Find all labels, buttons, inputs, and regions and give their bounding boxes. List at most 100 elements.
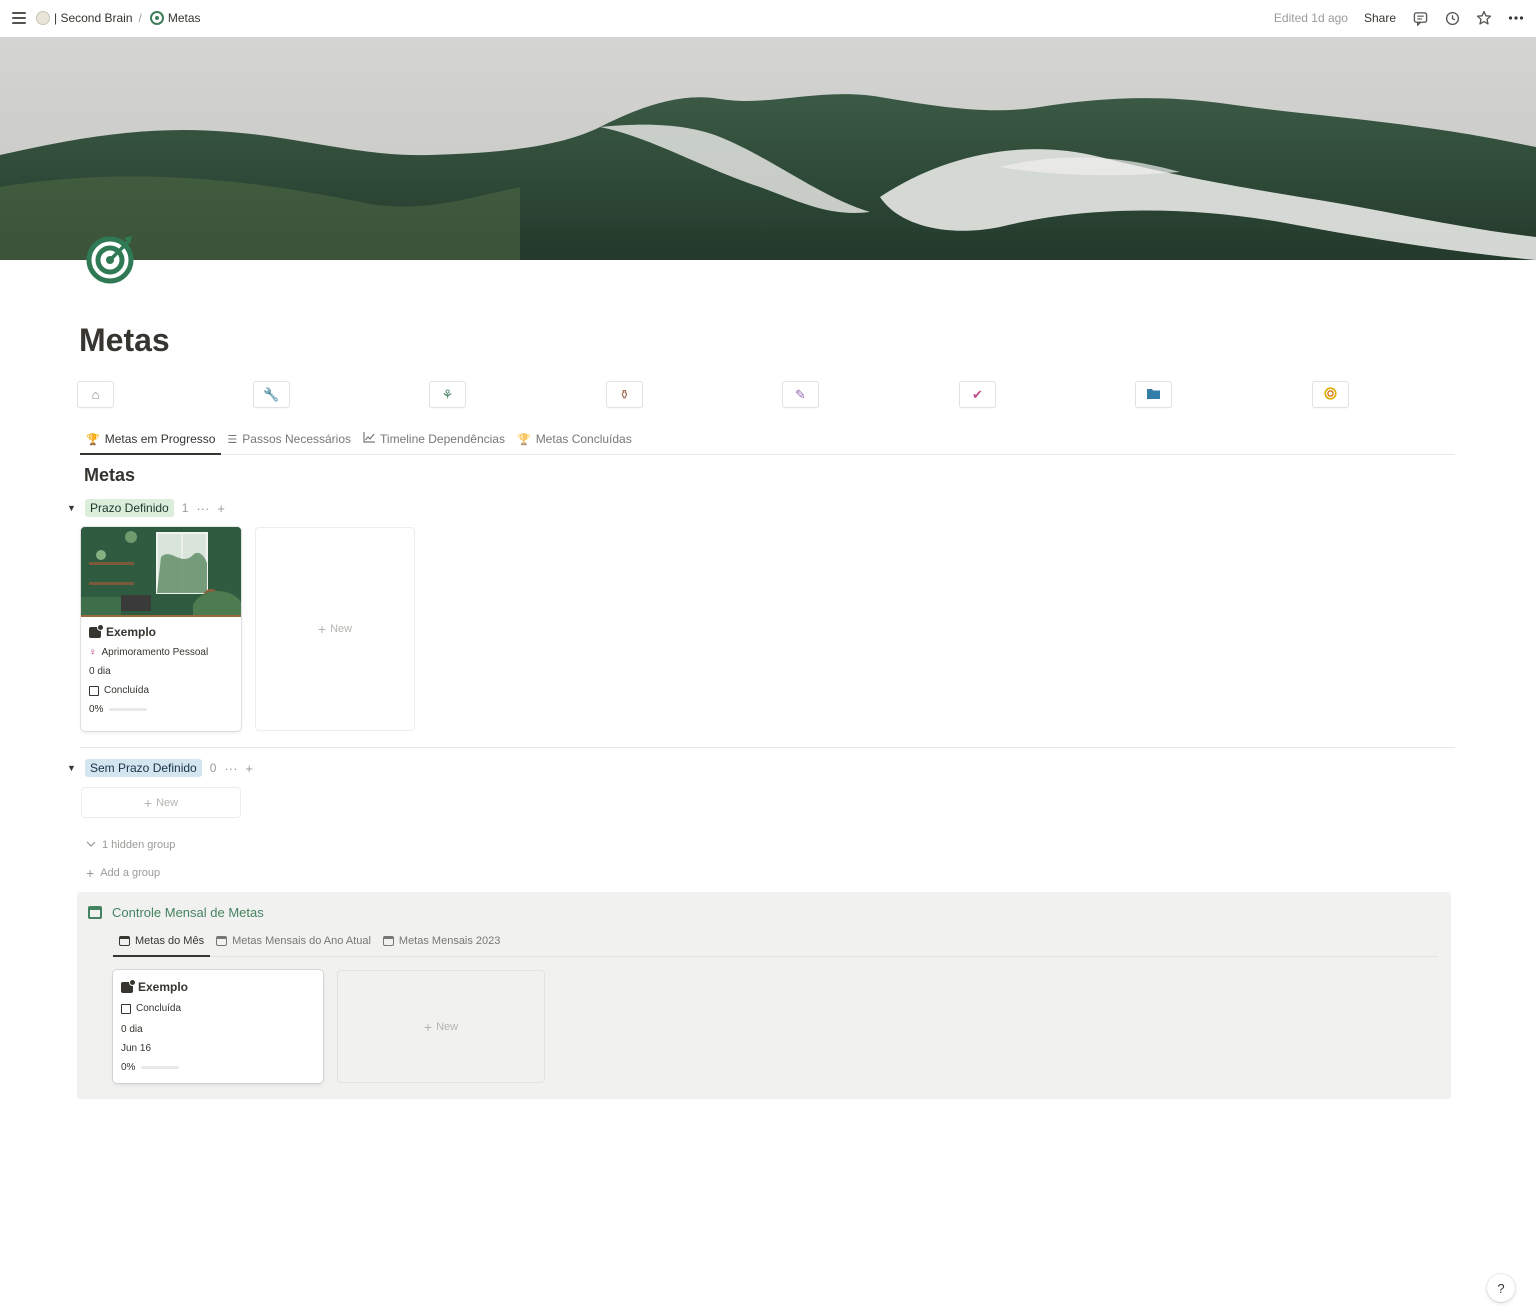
progress: 0% [121, 1062, 315, 1073]
tab-timeline-dependencias[interactable]: Timeline Dependências [357, 432, 511, 454]
progress-text: 0% [89, 704, 104, 715]
nav-button-pot[interactable]: ⚱ [606, 381, 643, 408]
target-icon [1324, 387, 1337, 402]
new-label: New [330, 623, 353, 635]
new-card-button[interactable]: + New [81, 787, 241, 818]
person-icon: ♀ [89, 647, 97, 658]
tab-metas-concluidas[interactable]: 🏆 Metas Concluídas [511, 432, 638, 454]
nav-button-folder[interactable] [1135, 381, 1172, 408]
callout-title: Controle Mensal de Metas [88, 905, 264, 920]
group-header-sem-prazo-definido: ▼ Sem Prazo Definido 0 ··· + [67, 759, 253, 777]
breadcrumb-workspace[interactable]: | Second Brain [54, 11, 133, 25]
clock-icon[interactable] [1444, 10, 1460, 26]
breadcrumb-separator: / [138, 11, 142, 25]
group-count: 1 [181, 501, 189, 515]
hidden-groups-toggle[interactable]: 1 hidden group [86, 839, 175, 851]
tab-label: Metas Mensais 2023 [398, 935, 501, 947]
card-done-label: Concluída [104, 685, 150, 696]
tab-label: Metas do Mês [135, 935, 205, 947]
megaphone-icon [121, 978, 136, 993]
trophy-icon: 🏆 [516, 433, 531, 446]
card-date: Jun 16 [121, 1043, 152, 1054]
sprout-pot-icon: ⚱ [619, 387, 630, 402]
group-label[interactable]: Prazo Definido [85, 499, 174, 517]
chevron-down-icon [86, 839, 96, 851]
progress: 0% [89, 704, 233, 715]
nav-button-checklist[interactable]: ✎ [782, 381, 819, 408]
tab-metas-do-mes[interactable]: Metas do Mês [113, 935, 211, 957]
new-label: New [436, 1020, 459, 1033]
nav-button-tools[interactable]: 🔧 [253, 381, 290, 408]
calendar-icon [88, 906, 102, 919]
wrench-icon: 🔧 [263, 387, 280, 402]
calendar-icon [216, 936, 228, 946]
progress-bar [141, 1066, 180, 1069]
hidden-groups-label: 1 hidden group [102, 839, 176, 851]
plus-icon: + [86, 865, 95, 881]
star-icon[interactable] [1476, 10, 1492, 26]
collapse-caret-icon[interactable]: ▼ [67, 503, 77, 513]
cover-image[interactable] [0, 37, 1536, 260]
tab-metas-mensais-2023[interactable]: Metas Mensais 2023 [377, 935, 507, 956]
more-icon[interactable]: ··· [196, 501, 209, 516]
progress-text: 0% [121, 1062, 136, 1073]
more-icon[interactable]: ··· [224, 761, 237, 776]
tab-label: Timeline Dependências [380, 432, 505, 446]
more-icon[interactable] [1508, 10, 1524, 26]
board-heading[interactable]: Metas [84, 465, 135, 486]
calendar-icon [382, 936, 394, 946]
nav-button-target[interactable] [1312, 381, 1349, 408]
group-label[interactable]: Sem Prazo Definido [85, 759, 202, 777]
callout-tabs: Metas do Mês Metas Mensais do Ano Atual … [113, 928, 1438, 957]
nav-button-plant[interactable]: ⚘ [429, 381, 466, 408]
board-card[interactable]: Exemplo Concluída 0 dia Jun 16 0% [113, 970, 323, 1083]
group-header-prazo-definido: ▼ Prazo Definido 1 ··· + [67, 499, 225, 517]
checkbox[interactable] [89, 686, 99, 696]
badge-check-icon: ✔ [972, 387, 983, 402]
card-area[interactable]: Aprimoramento Pessoal [102, 647, 209, 659]
chart-line-icon [363, 432, 376, 446]
top-bar: | Second Brain / Metas Edited 1d ago Sha… [0, 0, 1536, 36]
plant-icon: ⚘ [441, 387, 454, 402]
plus-icon: + [423, 1018, 433, 1035]
help-button[interactable]: ? [1487, 1274, 1515, 1302]
plus-icon[interactable]: + [245, 761, 253, 776]
checklist-icon: ✎ [795, 387, 806, 402]
add-group-button[interactable]: + Add a group [86, 865, 160, 881]
card-done-label: Concluída [136, 1003, 182, 1014]
page-title[interactable]: Metas [79, 322, 170, 359]
checkbox[interactable] [121, 1004, 131, 1014]
trophy-icon: 🏆 [86, 433, 100, 446]
tab-label: Metas Mensais do Ano Atual [232, 935, 371, 947]
menu-icon[interactable] [12, 12, 26, 24]
nav-button-badge[interactable]: ✔ [959, 381, 996, 408]
view-tabs: 🏆 Metas em Progresso ☰ Passos Necessário… [80, 424, 1455, 455]
plus-icon: + [317, 621, 327, 637]
folder-icon [1147, 388, 1160, 401]
tab-label: Passos Necessários [242, 432, 352, 446]
brain-icon [36, 11, 50, 25]
checklist-icon: ☰ [227, 433, 238, 446]
nav-button-home[interactable]: ⌂ [77, 381, 114, 408]
new-card-button[interactable]: + New [337, 970, 545, 1083]
share-button[interactable]: Share [1364, 11, 1396, 25]
breadcrumb: | Second Brain / Metas [36, 11, 201, 25]
collapse-caret-icon[interactable]: ▼ [67, 763, 77, 773]
megaphone-icon [89, 623, 104, 638]
calendar-icon [119, 936, 130, 946]
card-days: 0 dia [121, 1024, 143, 1035]
breadcrumb-page[interactable]: Metas [168, 11, 201, 25]
tab-metas-em-progresso[interactable]: 🏆 Metas em Progresso [80, 432, 222, 455]
tab-passos-necessarios[interactable]: ☰ Passos Necessários [221, 432, 357, 454]
card-title: Exemplo [138, 980, 189, 994]
tab-label: Metas em Progresso [104, 432, 216, 446]
home-icon: ⌂ [91, 387, 100, 402]
new-card-button[interactable]: + New [255, 527, 415, 731]
comment-icon[interactable] [1412, 10, 1428, 26]
callout-title-text[interactable]: Controle Mensal de Metas [112, 905, 264, 920]
plus-icon[interactable]: + [217, 501, 225, 516]
tab-metas-mensais-ano-atual[interactable]: Metas Mensais do Ano Atual [210, 935, 377, 956]
plus-icon: + [143, 794, 153, 811]
target-icon[interactable] [84, 232, 138, 286]
board-card[interactable]: Exemplo ♀ Aprimoramento Pessoal 0 dia Co… [81, 527, 241, 731]
